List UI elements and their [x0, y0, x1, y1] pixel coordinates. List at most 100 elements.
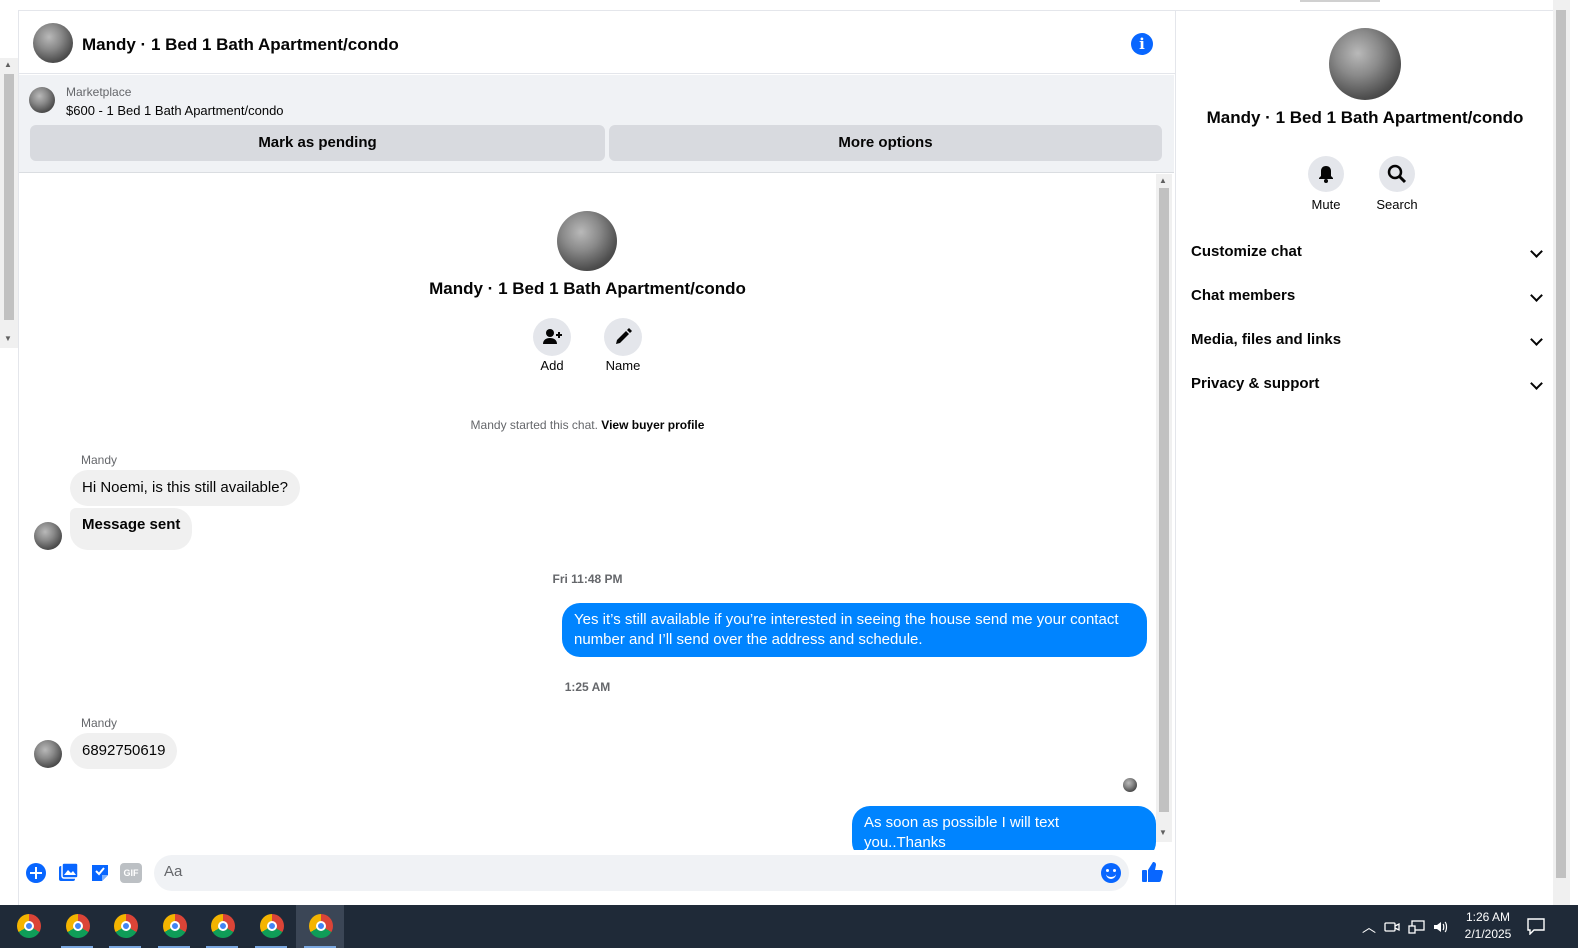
privacy-support-section[interactable]: Privacy & support: [1191, 375, 1543, 392]
rename-button[interactable]: [604, 318, 642, 356]
scrollbar-thumb[interactable]: [4, 74, 14, 320]
message-list: Mandy · 1 Bed 1 Bath Apartment/condo Add…: [19, 174, 1156, 860]
outgoing-message-line: Yes it’s still available if you’re inter…: [574, 611, 1119, 628]
sender-avatar[interactable]: [34, 740, 62, 768]
incoming-message[interactable]: Hi Noemi, is this still available?: [70, 470, 300, 506]
message-input[interactable]: [164, 863, 1084, 880]
name-label: Name: [605, 358, 641, 373]
chat-title[interactable]: Mandy · 1 Bed 1 Bath Apartment/condo: [82, 35, 399, 55]
search-label: Search: [1376, 197, 1418, 212]
chevron-down-icon: [1530, 289, 1543, 302]
mark-as-pending-button[interactable]: Mark as pending: [30, 125, 605, 161]
incoming-message[interactable]: Message sent: [70, 508, 193, 550]
section-label: Media, files and links: [1191, 331, 1342, 348]
chrome-icon: [66, 914, 90, 938]
profile-name: Mandy · 1 Bed 1 Bath Apartment/condo: [1206, 108, 1524, 127]
taskbar-chrome-window[interactable]: [101, 905, 149, 948]
taskbar-chrome-window[interactable]: [150, 905, 198, 948]
listing-title[interactable]: $600 - 1 Bed 1 Bath Apartment/condo: [66, 103, 284, 118]
chevron-down-icon: [1530, 245, 1543, 258]
photo-icon[interactable]: [57, 862, 79, 884]
messenger-window: ▲ ▼ Mandy · 1 Bed 1 Bath Apartment/condo…: [0, 0, 1578, 948]
marketplace-banner: Marketplace $600 - 1 Bed 1 Bath Apartmen…: [19, 75, 1174, 173]
more-options-button[interactable]: More options: [609, 125, 1162, 161]
chrome-icon: [309, 914, 333, 938]
taskbar-chrome-window[interactable]: [53, 905, 101, 948]
outgoing-message-line: number and I’ll send over the address an…: [574, 631, 923, 648]
listing-thumbnail[interactable]: [29, 87, 55, 113]
mute-label: Mute: [1311, 197, 1341, 212]
network-icon[interactable]: [1408, 919, 1426, 935]
incoming-message[interactable]: 6892750619: [70, 733, 178, 769]
timestamp: Fri 11:48 PM: [552, 572, 623, 586]
bell-icon: [1319, 166, 1333, 183]
taskbar-chrome-window[interactable]: [247, 905, 295, 948]
clock-date: 2/1/2025: [1464, 927, 1512, 941]
top-nav-edge: [1300, 0, 1380, 2]
notifications-icon[interactable]: [1526, 917, 1546, 935]
add-person-button[interactable]: [533, 318, 571, 356]
marketplace-label: Marketplace: [66, 85, 132, 99]
composer: GIF: [19, 850, 1175, 896]
sender-name: Mandy: [81, 453, 118, 467]
media-files-links-section[interactable]: Media, files and links: [1191, 331, 1543, 348]
scroll-up-arrow-icon[interactable]: ▲: [1159, 176, 1167, 185]
plus-circle-icon[interactable]: [25, 862, 47, 884]
section-label: Customize chat: [1191, 243, 1302, 260]
chat-members-section[interactable]: Chat members: [1191, 287, 1543, 304]
taskbar: ︿ 1:26 AM 2/1/2025: [0, 905, 1578, 948]
chrome-icon: [260, 914, 284, 938]
message-input-container[interactable]: [154, 855, 1129, 891]
scroll-down-arrow-icon[interactable]: ▼: [4, 334, 12, 343]
search-button[interactable]: [1379, 156, 1415, 192]
chrome-icon: [114, 914, 138, 938]
profile-avatar[interactable]: [1329, 28, 1401, 100]
customize-chat-section[interactable]: Customize chat: [1191, 243, 1543, 260]
page-scrollbar[interactable]: [1553, 0, 1570, 905]
mute-button[interactable]: [1308, 156, 1344, 192]
chrome-icon: [17, 914, 41, 938]
scroll-up-arrow-icon[interactable]: ▲: [4, 60, 12, 69]
outgoing-message[interactable]: Yes it’s still available if you’re inter…: [562, 603, 1147, 657]
seen-indicator-avatar: [1123, 778, 1137, 792]
chrome-icon: [211, 914, 235, 938]
view-buyer-profile-link[interactable]: View buyer profile: [601, 418, 704, 432]
chat-header: Mandy · 1 Bed 1 Bath Apartment/condo i: [19, 10, 1175, 74]
add-person-icon: [543, 329, 562, 344]
show-hidden-icons-icon[interactable]: ︿: [1362, 917, 1376, 948]
intro-name: Mandy · 1 Bed 1 Bath Apartment/condo: [429, 279, 746, 298]
intro-avatar[interactable]: [557, 211, 617, 271]
taskbar-chrome-window[interactable]: [4, 905, 52, 948]
chat-started-notice: Mandy started this chat. View buyer prof…: [19, 418, 1156, 432]
meet-now-icon[interactable]: [1384, 919, 1400, 935]
info-icon[interactable]: i: [1131, 33, 1153, 55]
emoji-icon[interactable]: [1101, 863, 1121, 883]
system-clock[interactable]: 1:26 AM 2/1/2025: [1452, 909, 1524, 943]
chevron-down-icon: [1530, 377, 1543, 390]
avatar[interactable]: [33, 23, 73, 63]
section-label: Privacy & support: [1191, 375, 1320, 392]
outer-scrollbar[interactable]: ▲ ▼: [0, 58, 18, 348]
taskbar-chrome-window-active[interactable]: [296, 905, 344, 948]
add-label: Add: [540, 358, 564, 373]
section-label: Chat members: [1191, 287, 1296, 304]
taskbar-chrome-window[interactable]: [198, 905, 246, 948]
timestamp: 1:25 AM: [564, 680, 611, 694]
sticker-icon[interactable]: [89, 862, 111, 884]
chrome-icon: [163, 914, 187, 938]
chevron-down-icon: [1530, 333, 1543, 346]
scroll-down-arrow-icon[interactable]: ▼: [1159, 828, 1167, 837]
search-icon: [1387, 164, 1407, 184]
volume-icon[interactable]: [1432, 919, 1450, 935]
clock-time: 1:26 AM: [1465, 910, 1511, 924]
chat-details-panel: Mandy · 1 Bed 1 Bath Apartment/condo Mut…: [1175, 10, 1553, 905]
scrollbar-thumb[interactable]: [1159, 188, 1169, 812]
gif-icon[interactable]: GIF: [120, 863, 142, 883]
pencil-icon: [616, 328, 632, 344]
started-text: Mandy started this chat.: [470, 418, 598, 432]
scrollbar-thumb[interactable]: [1556, 10, 1566, 878]
thumbs-up-icon[interactable]: [1140, 860, 1164, 884]
message-list-scrollbar[interactable]: ▲ ▼: [1156, 174, 1172, 842]
sender-avatar[interactable]: [34, 522, 62, 550]
sender-name: Mandy: [81, 716, 118, 730]
